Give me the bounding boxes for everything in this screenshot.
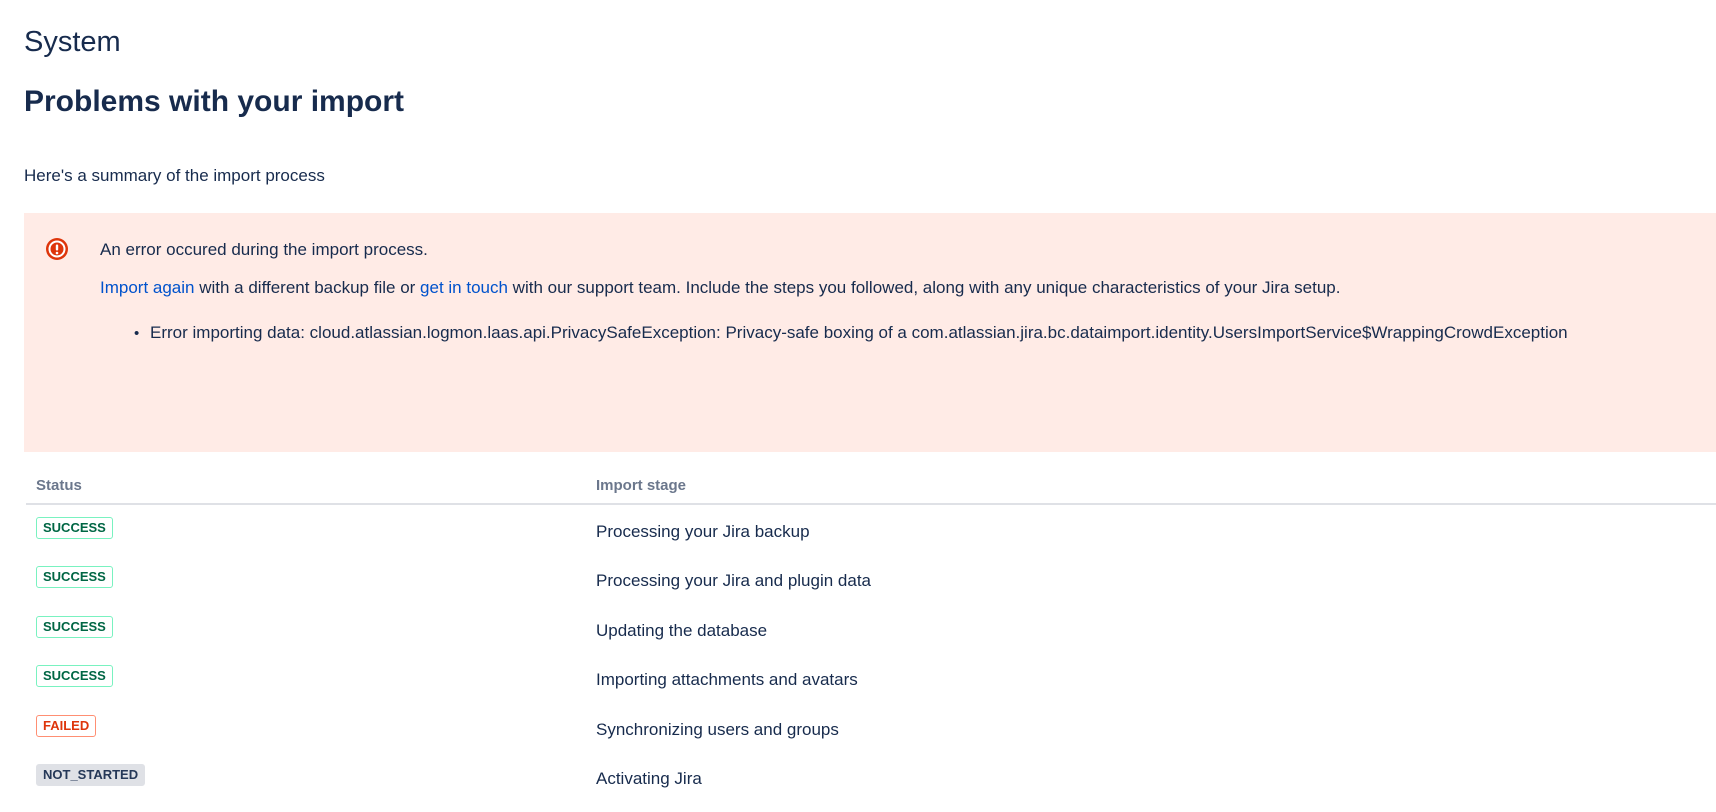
column-header-stage: Import stage (586, 470, 1716, 505)
table-row: SUCCESS Updating the database (26, 604, 1716, 654)
stage-cell: Synchronizing users and groups (596, 719, 839, 739)
table-row: NOT_STARTED Activating Jira (26, 753, 1716, 803)
error-icon (44, 236, 70, 262)
error-heading: An error occured during the import proce… (100, 240, 428, 259)
table-row: SUCCESS Processing your Jira backup (26, 504, 1716, 555)
table-row: SUCCESS Processing your Jira and plugin … (26, 555, 1716, 605)
table-header-row: Status Import stage (26, 470, 1716, 505)
import-status-table: Status Import stage SUCCESS Processing y… (26, 470, 1716, 802)
status-cell: SUCCESS (26, 555, 586, 605)
status-badge: SUCCESS (36, 615, 113, 638)
status-badge: SUCCESS (36, 566, 113, 589)
stage-cell: Processing your Jira backup (596, 521, 810, 541)
status-cell: SUCCESS (26, 504, 586, 555)
error-detail-item: Error importing data: cloud.atlassian.lo… (150, 321, 1568, 346)
stage-cell: Activating Jira (596, 769, 702, 789)
column-header-status: Status (26, 470, 586, 505)
stage-cell: Updating the database (596, 620, 768, 640)
get-in-touch-link[interactable]: get in touch (420, 278, 508, 297)
summary-text: Here's a summary of the import process (24, 166, 325, 185)
status-badge: SUCCESS (36, 516, 113, 539)
status-cell: NOT_STARTED (26, 753, 586, 803)
table-row: SUCCESS Importing attachments and avatar… (26, 654, 1716, 704)
status-cell: FAILED (26, 703, 586, 753)
page-title: Problems with your import (24, 85, 405, 118)
error-body: Import again with a different backup fil… (100, 276, 1340, 300)
error-details-list: Error importing data: cloud.atlassian.lo… (150, 321, 1568, 346)
status-badge: FAILED (36, 714, 97, 737)
page: System Problems with your import Here's … (0, 0, 1716, 812)
status-cell: SUCCESS (26, 654, 586, 704)
stage-cell: Processing your Jira and plugin data (596, 571, 871, 591)
status-badge: NOT_STARTED (36, 764, 146, 787)
stage-cell: Importing attachments and avatars (596, 670, 858, 690)
section-title: System (24, 26, 121, 58)
error-message-panel: An error occured during the import proce… (24, 213, 1716, 452)
status-badge: SUCCESS (36, 665, 113, 688)
status-cell: SUCCESS (26, 604, 586, 654)
error-body-text: with a different backup file or (194, 278, 421, 297)
error-body-text: with our support team. Include the steps… (507, 278, 1341, 297)
import-again-link[interactable]: Import again (100, 278, 195, 297)
table-row: FAILED Synchronizing users and groups (26, 703, 1716, 753)
